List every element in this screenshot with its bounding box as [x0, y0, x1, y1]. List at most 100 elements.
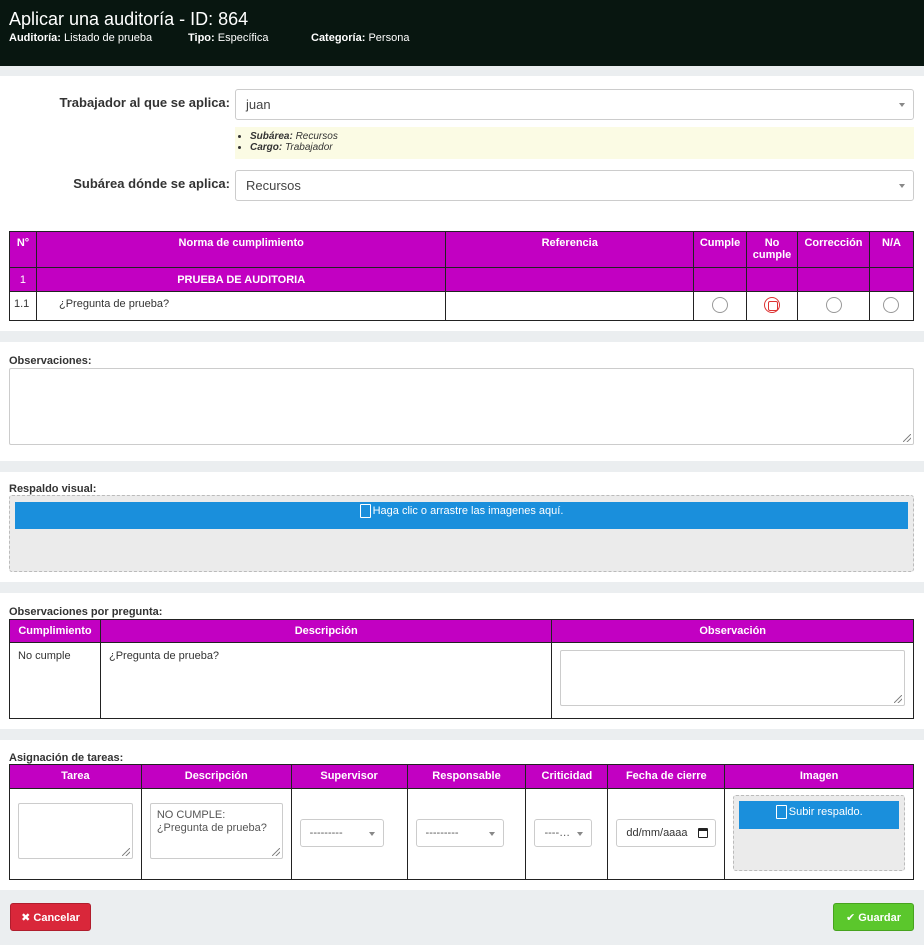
row-referencia — [445, 291, 695, 321]
radio-correccion[interactable] — [825, 297, 842, 313]
tipo-value: Específica — [217, 32, 269, 44]
col-imagen: Imagen — [724, 764, 914, 789]
save-label: Guardar — [858, 912, 902, 924]
info-subarea-label: Subárea: — [250, 131, 293, 142]
info-cargo-label: Cargo: — [250, 142, 283, 153]
audit-table: N° Norma de cumplimiento Referencia Cump… — [9, 231, 915, 321]
table-row: NO CUMPLE: ¿Pregunta de prueba? --------… — [9, 788, 914, 880]
row-num: 1.1 — [9, 291, 37, 321]
tarea-descripcion-line1: NO CUMPLE: — [156, 809, 226, 821]
col-na: N/A — [868, 231, 915, 268]
cancel-label: Cancelar — [33, 912, 80, 924]
row-cumplimiento: No cumple — [9, 642, 101, 719]
audit-form-panel: Trabajador al que se aplica: juan Subáre… — [0, 76, 924, 331]
obs-pregunta-table: Cumplimiento Descripción Observación No … — [9, 619, 914, 719]
observaciones-textarea[interactable] — [9, 368, 914, 445]
resize-handle-icon[interactable] — [122, 848, 130, 856]
table-row: 1.1 ¿Pregunta de prueba? — [9, 291, 915, 321]
check-icon: ✔ — [845, 912, 856, 924]
col-descripcion: Descripción — [99, 619, 553, 643]
col-observacion: Observación — [551, 619, 914, 643]
cancel-button[interactable]: ✖ Cancelar — [10, 903, 91, 931]
subir-respaldo-button[interactable]: Subir respaldo. — [739, 801, 900, 829]
table-row: No cumple ¿Pregunta de prueba? — [9, 642, 914, 719]
page-title: Aplicar una auditoría - ID: 864 — [9, 9, 249, 29]
col-tarea: Tarea — [9, 764, 142, 789]
col-norma: Norma de cumplimiento — [35, 231, 447, 268]
chevron-down-icon — [577, 832, 584, 836]
col-supervisor: Supervisor — [290, 764, 408, 789]
resize-handle-icon[interactable] — [903, 434, 911, 442]
tarea-imagen-dropzone[interactable]: Subir respaldo. — [733, 795, 906, 871]
tarea-descripcion-line2: ¿Pregunta de prueba? — [156, 822, 267, 834]
subir-respaldo-text: Subir respaldo. — [788, 806, 863, 818]
observaciones-label: Observaciones: — [9, 355, 92, 367]
dropzone-bar[interactable]: Haga clic o arrastre las imagenes aquí. — [15, 502, 908, 529]
criticidad-select[interactable]: ----… — [534, 819, 593, 847]
info-subarea-value: Recursos — [295, 131, 338, 142]
dropzone-text: Haga clic o arrastre las imagenes aquí. — [372, 505, 564, 517]
trabajador-label: Trabajador al que se aplica: — [59, 95, 230, 110]
tareas-panel: Asignación de tareas: Tarea Descripción … — [0, 740, 924, 890]
chevron-down-icon — [488, 832, 495, 836]
tarea-descripcion-textarea[interactable]: NO CUMPLE: ¿Pregunta de prueba? — [149, 803, 283, 859]
trabajador-value: juan — [246, 97, 271, 112]
col-no-cumple: No cumple — [746, 231, 799, 268]
responsable-select[interactable]: --------- — [415, 819, 504, 847]
categoria-value: Persona — [368, 32, 410, 44]
supervisor-value: --------- — [309, 827, 343, 839]
group-title: PRUEBA DE AUDITORIA — [35, 267, 447, 292]
audit-meta: Auditoría: Listado de prueba Tipo: Espec… — [9, 32, 915, 46]
subarea-label: Subárea dónde se aplica: — [73, 176, 230, 191]
fecha-cierre-input[interactable]: dd/mm/aaaa — [616, 819, 717, 847]
subarea-value: Recursos — [246, 178, 301, 193]
tipo-label: Tipo: — [188, 32, 215, 44]
info-cargo-value: Trabajador — [285, 142, 333, 153]
categoria-label: Categoría: — [311, 32, 366, 44]
col-responsable: Responsable — [406, 764, 527, 789]
table-group-row: 1 PRUEBA DE AUDITORIA — [9, 267, 915, 292]
supervisor-select[interactable]: --------- — [299, 819, 384, 847]
col-cumple: Cumple — [693, 231, 748, 268]
chevron-down-icon — [368, 832, 375, 836]
col-referencia: Referencia — [445, 231, 695, 268]
obs-pregunta-panel: Observaciones por pregunta: Cumplimiento… — [0, 593, 924, 729]
tarea-textarea[interactable] — [18, 803, 133, 859]
trabajador-select[interactable]: juan — [235, 89, 914, 120]
col-fecha: Fecha de cierre — [607, 764, 726, 789]
row-observacion-cell — [551, 642, 914, 719]
radio-no-cumple[interactable] — [764, 297, 781, 313]
auditoria-label: Auditoría: — [9, 32, 61, 44]
col-tarea-descripcion: Descripción — [140, 764, 292, 789]
radio-na[interactable] — [883, 297, 900, 313]
observaciones-panel: Observaciones: — [0, 342, 924, 461]
page-header: Aplicar una auditoría - ID: 864 Auditorí… — [0, 0, 924, 66]
image-dropzone[interactable]: Haga clic o arrastre las imagenes aquí. — [9, 495, 914, 572]
responsable-value: --------- — [425, 827, 459, 839]
calendar-icon[interactable] — [698, 828, 709, 838]
respaldo-panel: Respaldo visual: Haga clic o arrastre la… — [0, 472, 924, 582]
chevron-down-icon — [899, 103, 905, 107]
col-correccion: Corrección — [797, 231, 870, 268]
worker-info-box: Subárea: Recursos Cargo: Trabajador — [235, 127, 914, 159]
save-button[interactable]: ✔ Guardar — [833, 903, 914, 931]
observacion-textarea[interactable] — [560, 650, 906, 706]
respaldo-label: Respaldo visual: — [9, 483, 97, 495]
resize-handle-icon[interactable] — [894, 695, 903, 703]
row-question: ¿Pregunta de prueba? — [35, 291, 447, 321]
auditoria-value: Listado de prueba — [64, 32, 153, 44]
col-num: N° — [9, 231, 37, 268]
group-num: 1 — [9, 267, 37, 292]
tareas-label: Asignación de tareas: — [9, 752, 124, 764]
subarea-select[interactable]: Recursos — [235, 170, 914, 201]
tareas-table: Tarea Descripción Supervisor Responsable… — [9, 764, 914, 880]
file-icon — [359, 504, 371, 519]
row-descripcion: ¿Pregunta de prueba? — [99, 642, 553, 719]
col-cumplimiento: Cumplimiento — [9, 619, 101, 643]
obs-pregunta-label: Observaciones por pregunta: — [9, 606, 163, 618]
resize-handle-icon[interactable] — [271, 848, 280, 856]
file-icon — [775, 805, 787, 820]
col-criticidad: Criticidad — [525, 764, 609, 789]
radio-cumple[interactable] — [712, 297, 729, 313]
fecha-placeholder: dd/mm/aaaa — [626, 827, 688, 839]
